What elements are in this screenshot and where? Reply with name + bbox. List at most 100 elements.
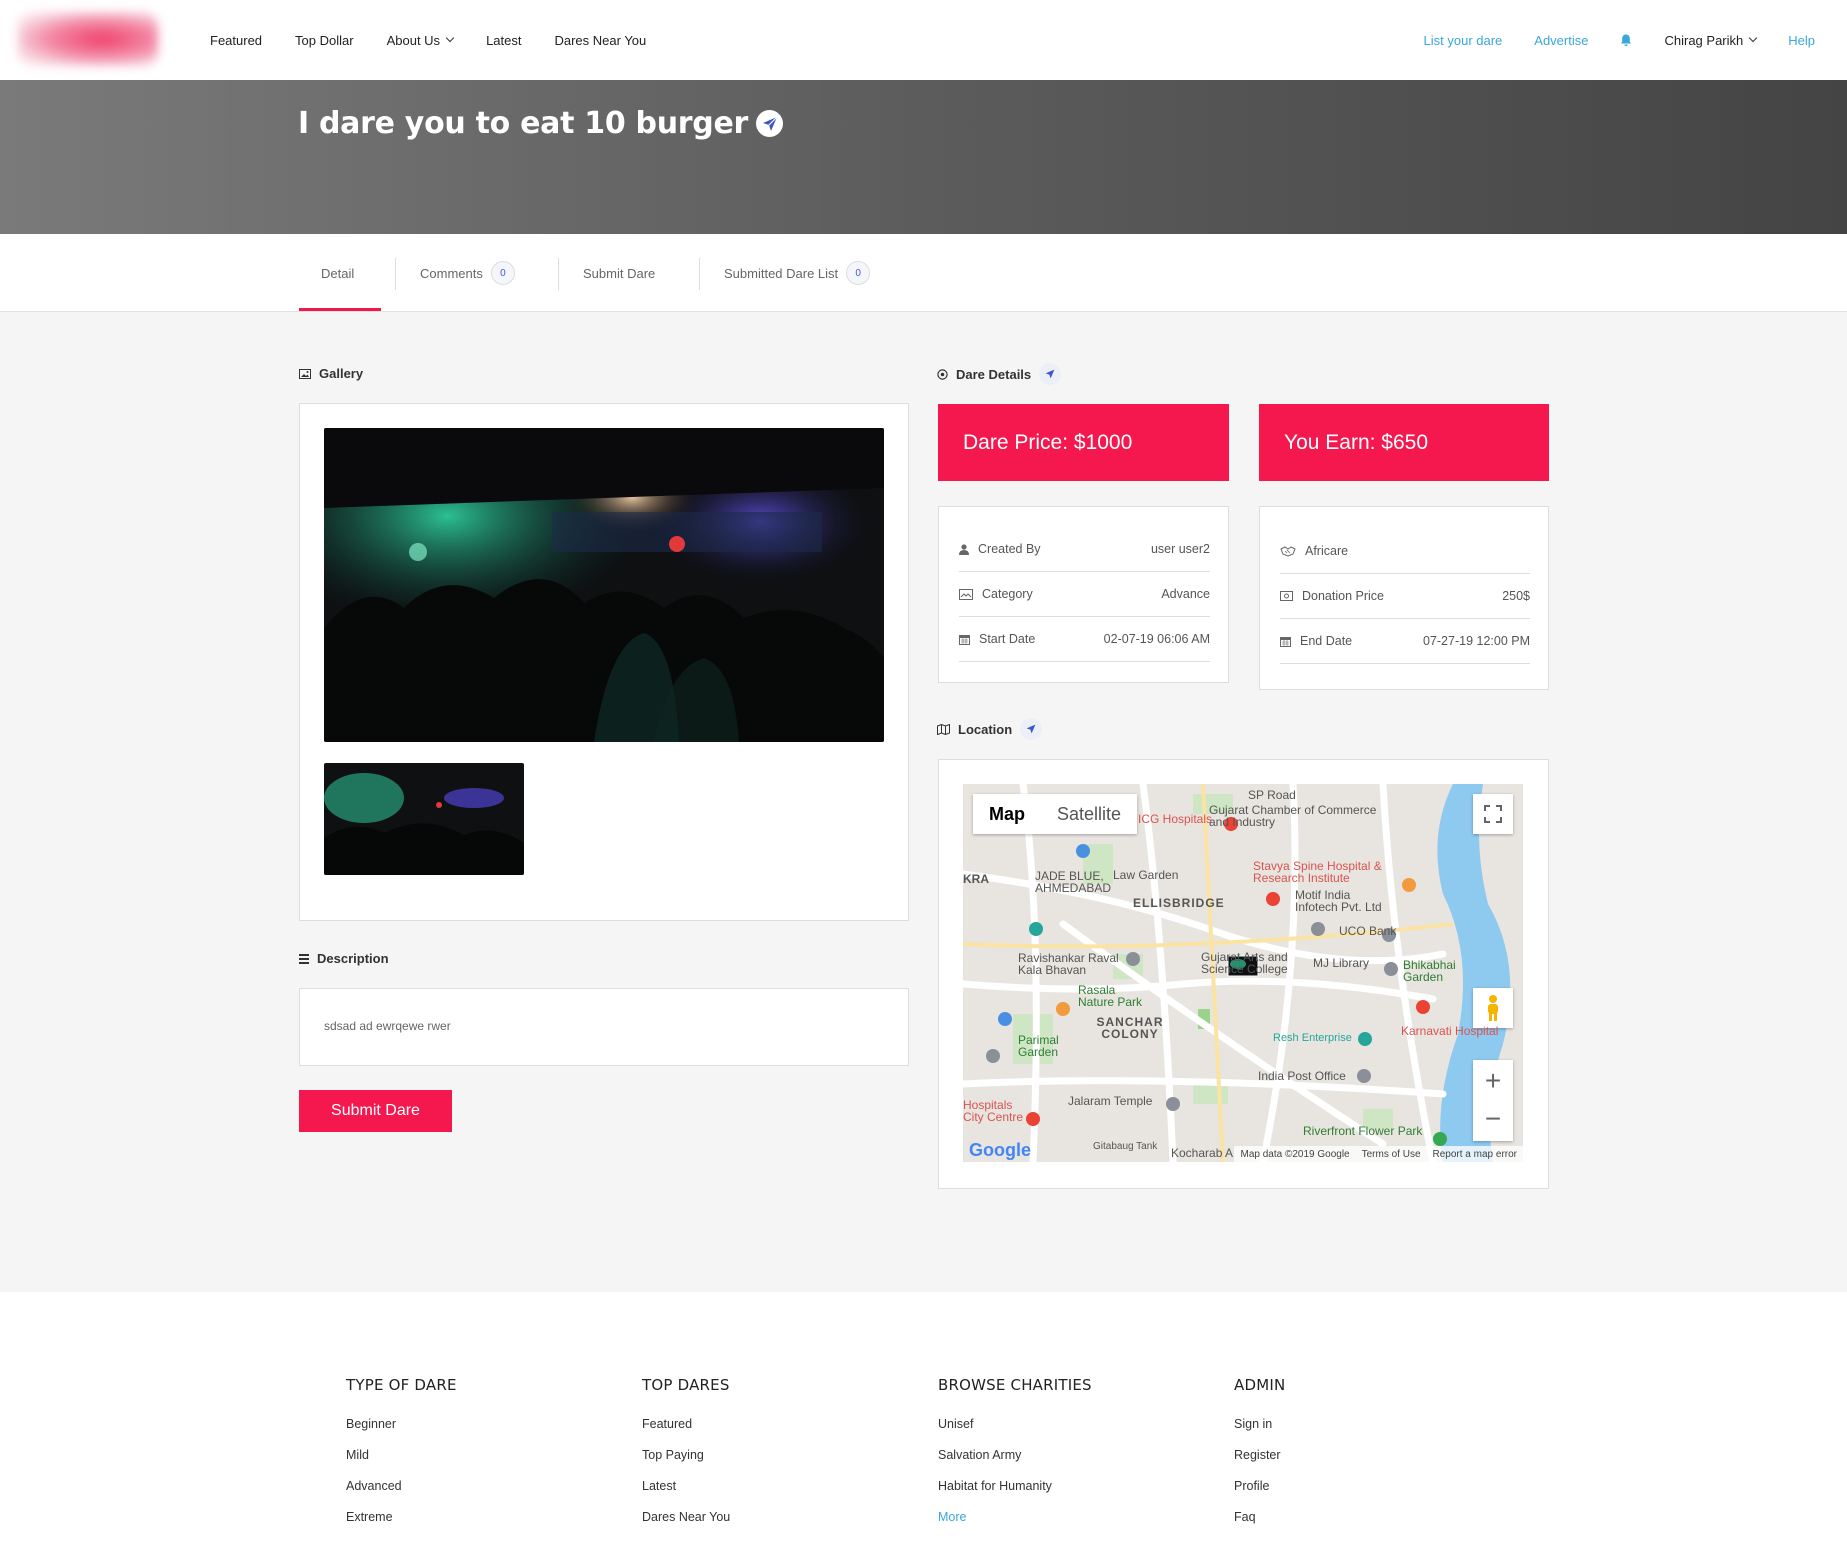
map-label: Gitabaug Tank (1093, 1141, 1158, 1152)
donation-price-label: Donation Price (1302, 589, 1384, 603)
footer-more-link[interactable]: More (938, 1509, 1092, 1540)
map-type-toggle: Map Satellite (973, 794, 1138, 834)
chevron-down-icon (445, 33, 455, 43)
footer-link[interactable]: Profile (1234, 1478, 1285, 1509)
footer-column-browse-charities: BROWSE CHARITIES Unisef Salvation Army H… (938, 1376, 1092, 1540)
map-label: Law Garden (1113, 868, 1179, 882)
footer-link[interactable]: Sign in (1234, 1416, 1285, 1447)
map-label: Rasala Nature Park (1078, 983, 1143, 1009)
tab-divider (699, 258, 700, 290)
category-icon (959, 588, 973, 600)
map-tab[interactable]: Map (973, 794, 1041, 834)
tab-submitted-dare-list[interactable]: Submitted Dare List 0 (724, 234, 871, 312)
user-name: Chirag Parikh (1664, 32, 1744, 48)
target-icon (937, 368, 948, 380)
bell-icon[interactable] (1620, 34, 1632, 47)
footer-column-title: TYPE OF DARE (346, 1376, 457, 1394)
fullscreen-icon[interactable] (1473, 794, 1513, 834)
money-icon (1280, 591, 1293, 601)
footer-link[interactable]: Faq (1234, 1509, 1285, 1540)
nav-latest[interactable]: Latest (486, 33, 521, 48)
dare-price-box: Dare Price: $1000 (938, 404, 1229, 481)
calendar-icon (959, 634, 970, 645)
footer-link[interactable]: Featured (642, 1416, 730, 1447)
gallery-heading-text: Gallery (319, 366, 364, 381)
description-heading: Description (299, 951, 389, 966)
help-link[interactable]: Help (1788, 33, 1815, 48)
location-heading: Location (937, 718, 1043, 740)
list-your-dare-link[interactable]: List your dare (1424, 33, 1503, 48)
description-card: sdsad ad ewrqewe rwer (299, 988, 909, 1066)
gallery-heading: Gallery (299, 366, 363, 381)
category-label: Category (982, 587, 1033, 601)
terms-link[interactable]: Terms of Use (1362, 1149, 1421, 1160)
satellite-tab[interactable]: Satellite (1041, 794, 1137, 834)
tab-detail[interactable]: Detail (321, 234, 354, 312)
end-date-label: End Date (1300, 634, 1353, 648)
created-by-label: Created By (978, 542, 1041, 556)
footer-link[interactable]: Habitat for Humanity (938, 1478, 1092, 1509)
map-icon (937, 723, 950, 735)
send-icon (1020, 718, 1043, 740)
page-header: I dare you to eat 10 burger (0, 80, 1847, 234)
footer-column-top-dares: TOP DARES Featured Top Paying Latest Dar… (642, 1376, 730, 1540)
charity-info-card: Africare Donation Price 250$ End Date 07… (1259, 506, 1549, 690)
send-icon (1039, 363, 1062, 385)
footer-link[interactable]: Dares Near You (642, 1509, 730, 1540)
map-attribution: Map data ©2019 Google Terms of Use Repor… (1234, 1146, 1523, 1162)
zoom-in-icon[interactable]: + (1485, 1061, 1501, 1101)
map-label: JADE BLUE, AHMEDABAD (1035, 869, 1112, 895)
tab-divider (558, 258, 559, 290)
map-label: MJ Library (1313, 956, 1370, 970)
zoom-control: + − (1473, 1060, 1513, 1141)
text-icon (299, 953, 309, 964)
main-photo[interactable] (324, 428, 884, 742)
end-date-value: 07-27-19 12:00 PM (1422, 634, 1530, 648)
map-data-text: Map data ©2019 Google (1240, 1148, 1350, 1160)
gallery-thumbnail[interactable] (324, 763, 524, 875)
dare-title: I dare you to eat 10 burger (298, 106, 748, 141)
page-title: I dare you to eat 10 burger (298, 106, 783, 141)
user-dropdown[interactable]: Chirag Parikh (1664, 32, 1758, 48)
map-label: Jalaram Temple (1068, 1094, 1153, 1108)
user-icon (959, 543, 969, 555)
description-heading-text: Description (317, 951, 389, 966)
tab-comments[interactable]: Comments 0 (420, 234, 515, 312)
footer-link[interactable]: Register (1234, 1447, 1285, 1478)
nav-about-us[interactable]: About Us (387, 33, 455, 48)
nav-top-dollar[interactable]: Top Dollar (295, 33, 354, 48)
calendar-icon (1280, 636, 1291, 647)
tab-submit-dare[interactable]: Submit Dare (583, 234, 655, 312)
map-label: ICG Hospitals (1138, 812, 1213, 826)
site-logo[interactable] (18, 12, 158, 66)
nav-dares-near-you[interactable]: Dares Near You (554, 33, 646, 48)
footer-link[interactable]: Advanced (346, 1478, 457, 1509)
google-map[interactable]: Map Satellite + − SP Road Gujarat Chambe… (963, 784, 1523, 1162)
zoom-out-icon[interactable]: − (1485, 1101, 1501, 1141)
footer-link[interactable]: Unisef (938, 1416, 1092, 1447)
map-label: Gujarat Chamber of Commerce and Industry (1209, 803, 1377, 829)
map-label: Motif India Infotech Pvt. Ltd (1295, 888, 1382, 914)
footer-link[interactable]: Mild (346, 1447, 457, 1478)
footer-link[interactable]: Beginner (346, 1416, 457, 1447)
description-text: sdsad ad ewrqewe rwer (324, 1019, 451, 1033)
map-label: Riverfront Flower Park (1303, 1124, 1423, 1138)
footer-link[interactable]: Extreme (346, 1509, 457, 1540)
footer-link[interactable]: Salvation Army (938, 1447, 1092, 1478)
donation-price-row: Donation Price 250$ (1280, 574, 1530, 619)
footer-column-title: TOP DARES (642, 1376, 730, 1394)
footer-link[interactable]: Latest (642, 1478, 730, 1509)
advertise-link[interactable]: Advertise (1534, 33, 1588, 48)
you-earn: You Earn: $650 (1284, 430, 1429, 454)
submit-dare-button[interactable]: Submit Dare (299, 1090, 452, 1132)
main-menu: Featured Top Dollar About Us Latest Dare… (210, 0, 679, 80)
report-map-error-link[interactable]: Report a map error (1433, 1149, 1517, 1160)
street-view-pegman-icon[interactable] (1473, 988, 1513, 1028)
created-by-value: user user2 (1150, 542, 1210, 556)
handshake-icon (1280, 545, 1296, 557)
created-by-row: Created By user user2 (959, 527, 1210, 572)
category-row: Category Advance (959, 572, 1210, 617)
footer-link[interactable]: Top Paying (642, 1447, 730, 1478)
nav-featured[interactable]: Featured (210, 33, 262, 48)
dare-price: Dare Price: $1000 (963, 430, 1133, 454)
